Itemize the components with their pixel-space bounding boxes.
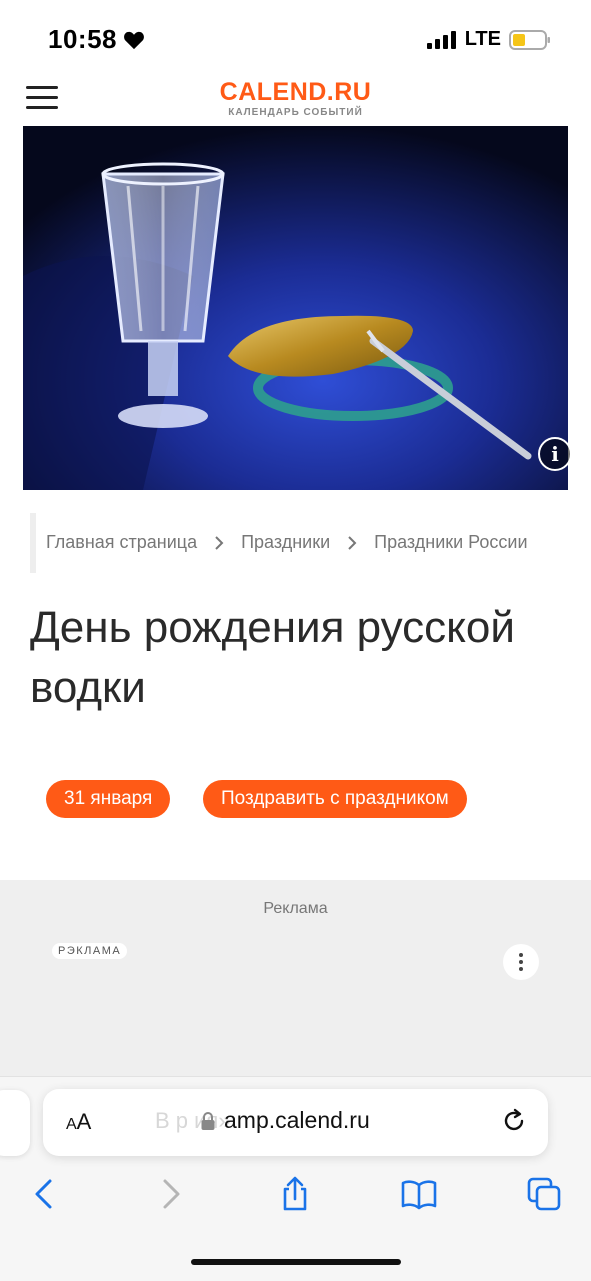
info-icon: i [551, 442, 559, 466]
ad-badge: РЭКЛАМА [52, 943, 128, 959]
signal-bars-icon [426, 30, 456, 49]
more-vertical-icon [519, 953, 523, 957]
ad-caption: Реклама [263, 900, 328, 917]
heart-icon [124, 31, 144, 49]
site-logo[interactable]: CALEND.RU КАЛЕНДАРЬ СОБЫТИЙ [0, 78, 591, 118]
status-time-text: 10:58 [48, 24, 117, 54]
page-title: День рождения русской водки [30, 603, 515, 712]
tabs-icon[interactable] [525, 1175, 563, 1213]
breadcrumb-holidays[interactable]: Праздники [241, 532, 330, 553]
vodka-still-life-image [23, 126, 568, 490]
reload-icon[interactable] [500, 1107, 528, 1135]
date-button[interactable]: 31 января [46, 780, 171, 818]
breadcrumb-home[interactable]: Главная страница [46, 532, 197, 553]
home-indicator [191, 1259, 401, 1265]
status-time: 10:58 [48, 24, 145, 55]
aa-big: A [76, 1109, 92, 1134]
page-settings-button[interactable]: AA [66, 1109, 91, 1135]
breadcrumb-russia-holidays[interactable]: Праздники России [374, 532, 527, 553]
lock-icon [201, 1111, 215, 1130]
ad-more-options-button[interactable] [503, 944, 539, 980]
battery-icon [509, 29, 550, 50]
aa-small: A [66, 1116, 77, 1133]
chevron-right-icon [215, 535, 224, 550]
url-display[interactable]: amp.calend.ru [200, 1107, 370, 1134]
image-info-button[interactable]: i [538, 437, 572, 471]
breadcrumb: Главная страница Праздники Праздники Рос… [46, 532, 561, 553]
share-icon[interactable] [276, 1175, 314, 1213]
logo-subtitle: КАЛЕНДАРЬ СОБЫТИЙ [228, 107, 363, 118]
congratulate-button[interactable]: Поздравить с праздником [203, 780, 467, 818]
chevron-right-icon [348, 535, 357, 550]
back-icon[interactable] [24, 1175, 62, 1213]
status-right: LTE [426, 28, 551, 51]
hero-image [23, 126, 568, 490]
url-text: amp.calend.ru [224, 1107, 370, 1133]
bookmarks-icon[interactable] [400, 1175, 438, 1213]
forward-icon[interactable] [153, 1175, 191, 1213]
previous-tab-preview[interactable] [0, 1090, 30, 1156]
logo-main: CALEND.RU [219, 78, 372, 106]
network-type: LTE [464, 28, 501, 50]
breadcrumb-accent [30, 513, 36, 573]
